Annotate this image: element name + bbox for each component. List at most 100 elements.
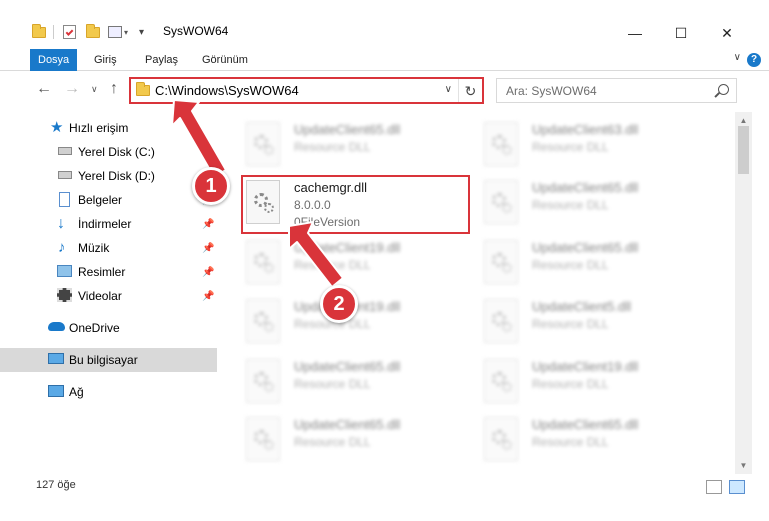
sidebar-item-label: Müzik <box>78 241 110 255</box>
file-list: UpdateClient65.dll Resource DLL cachemgr… <box>221 112 734 472</box>
sidebar-item-label: OneDrive <box>69 321 120 335</box>
forward-button[interactable]: → <box>64 80 80 98</box>
step-1-badge: 1 <box>192 167 230 205</box>
scroll-thumb[interactable] <box>738 126 749 174</box>
file-item[interactable]: UpdateClient65.dll Resource DLL <box>484 413 714 469</box>
file-name: UpdateClient63.dll <box>532 122 639 137</box>
file-type: Resource DLL <box>294 435 371 449</box>
file-type: Resource DLL <box>532 258 609 272</box>
close-button[interactable]: ✕ <box>704 20 750 46</box>
drive-icon <box>58 147 72 155</box>
pin-icon[interactable]: 📌 <box>202 291 214 302</box>
properties-icon[interactable] <box>63 22 76 42</box>
file-type: Resource DLL <box>532 377 609 391</box>
file-type: Resource DLL <box>294 377 371 391</box>
file-item[interactable]: UpdateClient19.dll Resource DLL <box>246 236 476 292</box>
address-highlight-box <box>129 77 484 104</box>
file-item[interactable]: UpdateClient65.dll Resource DLL <box>246 413 476 469</box>
drive-icon <box>58 171 72 179</box>
file-type: Resource DLL <box>294 258 371 272</box>
sidebar-item-quick-access[interactable]: ★ Hızlı erişim <box>0 117 217 139</box>
file-name: UpdateClient65.dll <box>532 240 639 255</box>
file-type: Resource DLL <box>532 140 609 154</box>
step-2-badge: 2 <box>320 285 358 323</box>
sidebar-item-label: Bu bilgisayar <box>69 353 138 367</box>
tab-giris[interactable]: Giriş <box>86 50 125 71</box>
navigation-pane: ★ Hızlı erişim Yerel Disk (C:) Yerel Dis… <box>0 112 219 472</box>
dll-file-icon <box>246 299 280 343</box>
vertical-scrollbar[interactable]: ▲ ▼ <box>735 112 752 474</box>
tab-gorunum[interactable]: Görünüm <box>194 50 256 71</box>
sidebar-item-downloads[interactable]: ↓ İndirmeler 📌 <box>0 213 217 235</box>
folder-icon <box>32 22 46 42</box>
up-button[interactable]: ↑ <box>110 80 118 98</box>
minimize-button[interactable]: — <box>612 20 658 46</box>
file-item[interactable]: UpdateClient63.dll Resource DLL <box>484 118 714 174</box>
dll-file-icon <box>484 359 518 403</box>
sidebar-item-label: Hızlı erişim <box>69 121 129 135</box>
quick-access-dropdown-icon[interactable]: ▾ <box>139 22 144 42</box>
title-bar: ▾ ▾ SysWOW64 — ☐ ✕ <box>0 0 769 46</box>
file-item[interactable]: UpdateClient19.dll Resource DLL <box>484 355 714 411</box>
tab-paylas[interactable]: Paylaş <box>137 50 186 71</box>
star-icon: ★ <box>50 119 64 136</box>
cloud-icon <box>48 322 65 331</box>
tab-dosya[interactable]: Dosya <box>30 49 78 71</box>
file-type: Resource DLL <box>294 140 371 154</box>
dll-file-icon <box>484 299 518 343</box>
sidebar-item-pictures[interactable]: Resimler 📌 <box>0 261 217 283</box>
window-title: SysWOW64 <box>163 24 229 38</box>
file-name: UpdateClient65.dll <box>532 180 639 195</box>
scroll-down-icon[interactable]: ▼ <box>735 457 752 474</box>
customize-toolbar-icon[interactable]: ▾ <box>108 22 128 42</box>
dll-file-icon <box>484 180 518 224</box>
sidebar-item-this-pc[interactable]: Bu bilgisayar <box>0 348 217 372</box>
pin-icon[interactable]: 📌 <box>202 219 214 230</box>
details-view-icon[interactable] <box>706 480 722 494</box>
file-name: UpdateClient5.dll <box>532 299 632 314</box>
file-item[interactable]: UpdateClient5.dll Resource DLL <box>484 295 714 351</box>
maximize-button[interactable]: ☐ <box>658 20 704 46</box>
file-name: UpdateClient65.dll <box>532 417 639 432</box>
help-icon[interactable]: ? <box>747 53 761 67</box>
file-name: UpdateClient65.dll <box>294 122 401 137</box>
dll-file-icon <box>246 122 280 166</box>
dll-file-icon <box>246 417 280 461</box>
sidebar-item-onedrive[interactable]: OneDrive <box>0 317 217 339</box>
ribbon-tabs: Dosya Giriş Paylaş Görünüm ∨ ? <box>0 46 769 71</box>
network-icon <box>48 385 64 397</box>
search-input[interactable]: Ara: SysWOW64 <box>506 84 597 98</box>
sidebar-item-label: Yerel Disk (C:) <box>78 145 155 159</box>
file-name: UpdateClient19.dll <box>294 240 401 255</box>
large-icons-view-icon[interactable] <box>729 480 745 494</box>
dll-file-icon <box>484 240 518 284</box>
sidebar-item-label: Resimler <box>78 265 126 279</box>
pin-icon[interactable]: 📌 <box>202 243 214 254</box>
collapse-ribbon-icon[interactable]: ∨ <box>734 52 741 63</box>
file-item[interactable]: UpdateClient65.dll Resource DLL <box>484 176 714 232</box>
sidebar-item-disk-c[interactable]: Yerel Disk (C:) <box>0 141 217 163</box>
search-icon[interactable] <box>718 84 729 95</box>
sidebar-item-documents[interactable]: Belgeler 📌 <box>0 189 217 211</box>
file-highlight-box <box>241 175 470 234</box>
file-item[interactable]: UpdateClient19.dll Resource DLL <box>246 295 476 351</box>
file-item[interactable]: UpdateClient65.dll Resource DLL <box>484 236 714 292</box>
document-icon <box>59 192 70 207</box>
pin-icon[interactable]: 📌 <box>202 267 214 278</box>
sidebar-item-label: Yerel Disk (D:) <box>78 169 155 183</box>
sidebar-item-videos[interactable]: Videolar 📌 <box>0 285 217 307</box>
sidebar-item-network[interactable]: Ağ <box>0 381 217 403</box>
sidebar-item-music[interactable]: ♪ Müzik 📌 <box>0 237 217 259</box>
sidebar-item-label: İndirmeler <box>78 217 132 231</box>
sidebar-item-disk-d[interactable]: Yerel Disk (D:) <box>0 165 217 187</box>
file-item[interactable]: UpdateClient65.dll Resource DLL <box>246 118 476 174</box>
file-item[interactable]: UpdateClient65.dll Resource DLL <box>246 355 476 411</box>
file-name: UpdateClient19.dll <box>532 359 639 374</box>
new-folder-icon[interactable] <box>86 22 100 42</box>
download-icon: ↓ <box>57 215 65 232</box>
search-box[interactable]: Ara: SysWOW64 <box>496 78 737 103</box>
back-button[interactable]: ← <box>36 80 52 98</box>
divider <box>53 25 54 39</box>
recent-locations-button[interactable]: ∨ <box>91 84 98 95</box>
status-bar: 127 öğe <box>0 475 769 521</box>
